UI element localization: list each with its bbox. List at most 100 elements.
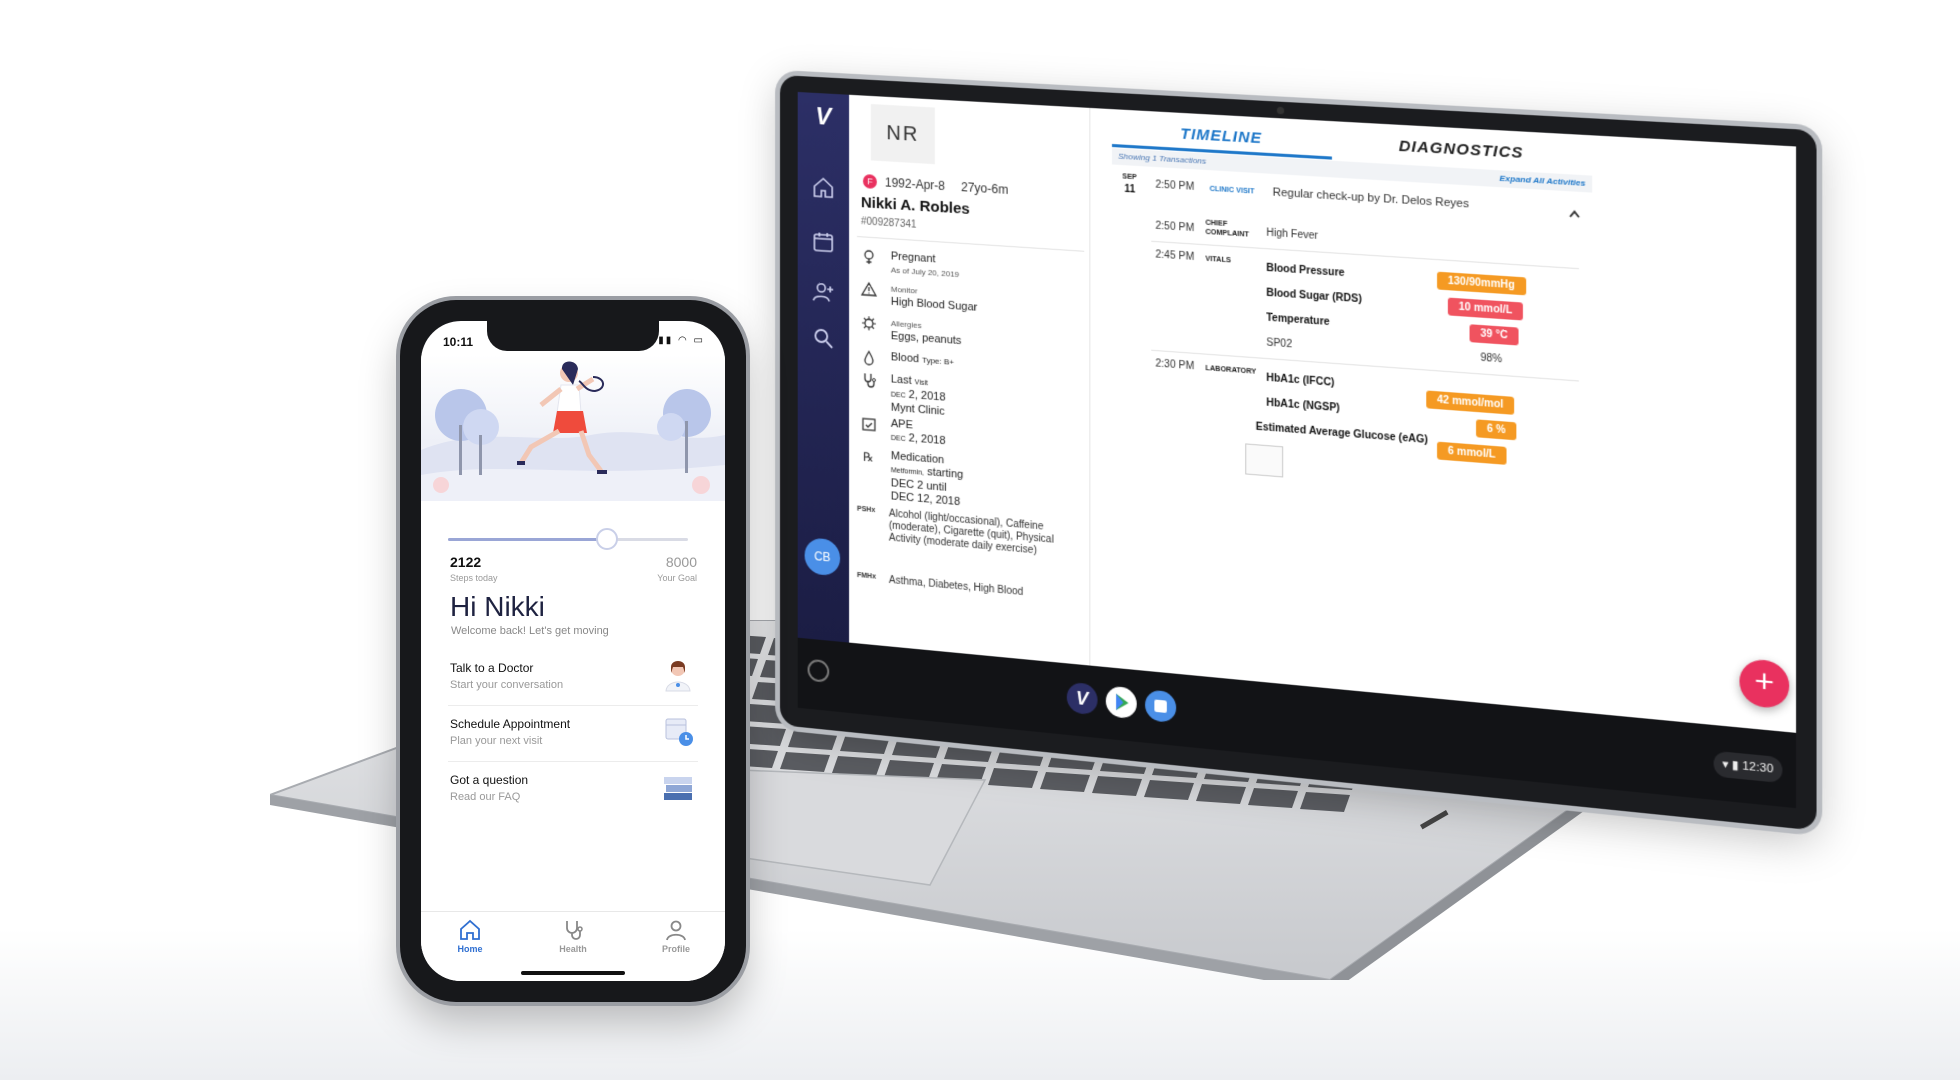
timeline-panel: TIMELINE DIAGNOSTICS Showing 1 Transacti… — [1089, 108, 1796, 733]
last-visit-small: Visit — [914, 379, 928, 388]
keyboard-key — [1300, 792, 1350, 812]
stethoscope-icon — [566, 921, 583, 940]
allergies-row: Allergies Eggs, peanuts — [857, 314, 1084, 347]
patient-name: Nikki A. Robles — [860, 194, 970, 218]
ape-row: APE DEC 2, 2018 — [857, 415, 1084, 447]
vital-name-blood-sugar: Blood Sugar (RDS) — [1266, 287, 1362, 306]
keyboard-key — [1092, 776, 1142, 796]
ape-date: 2, 2018 — [908, 432, 946, 448]
event-type: CLINIC VISIT — [1209, 185, 1255, 196]
home-indicator — [521, 971, 625, 975]
faq-item[interactable]: Got a question Read our FAQ — [448, 763, 698, 817]
pshx-label: PSHx — [857, 505, 876, 515]
lab-name-hba1c-ifcc: HbA1c (IFCC) — [1266, 372, 1335, 389]
pregnancy-row: Pregnant As of July 20, 2019 — [857, 248, 1084, 279]
nav-home[interactable]: Home — [435, 918, 505, 954]
app-logo[interactable]: V — [808, 103, 840, 133]
steps-progress-bar — [448, 528, 688, 550]
smartphone: 10:11 ▮▮ ◠ ▭ 2122 Steps today 8000 Your … — [400, 300, 746, 1002]
blood-label: Blood — [890, 351, 919, 366]
pregnant-date: As of July 20, 2019 — [890, 265, 960, 280]
doctor-icon — [665, 661, 691, 692]
last-visit-label: Last — [890, 373, 912, 388]
vitals-time: 2:45 PM — [1155, 249, 1195, 264]
calendar-icon[interactable] — [811, 229, 835, 255]
rx-icon: ℞ — [863, 450, 874, 465]
lab-label: LABORATORY — [1205, 364, 1257, 376]
menu-item-title: Schedule Appointment — [450, 717, 571, 731]
webcam — [1276, 106, 1285, 115]
add-user-icon[interactable] — [811, 279, 835, 305]
fmhx-text: Asthma, Diabetes, High Blood — [888, 574, 1024, 599]
phone-screen: 10:11 ▮▮ ◠ ▭ 2122 Steps today 8000 Your … — [421, 321, 725, 981]
medication-drug: Metformin, — [890, 467, 924, 477]
keyboard-key — [1248, 788, 1298, 808]
nav-profile[interactable]: Profile — [641, 918, 711, 954]
play-store-icon[interactable] — [1105, 685, 1137, 720]
lab-value-hba1c-ifcc: 42 mmol/mol — [1426, 390, 1515, 415]
event-day: 11 — [1124, 183, 1136, 196]
schedule-appointment-item[interactable]: Schedule Appointment Plan your next visi… — [448, 707, 698, 761]
lab-name-eag: Estimated Average Glucose (eAG) — [1255, 421, 1428, 447]
app-shortcut-icon[interactable]: V — [1066, 681, 1098, 716]
blood-drop-icon — [861, 349, 877, 366]
vital-value-temperature: 39 °C — [1469, 324, 1519, 346]
launcher-icon[interactable] — [807, 658, 830, 683]
menu-item-subtitle: Read our FAQ — [450, 791, 521, 803]
tray-clock: 12:30 — [1742, 759, 1774, 776]
pshx-text: Alcohol (light/occasional), Caffeine (mo… — [888, 508, 1054, 557]
phone-notch — [487, 321, 659, 351]
chevron-up-icon[interactable] — [1568, 208, 1581, 219]
system-tray[interactable]: ▾ ▮ 12:30 — [1713, 750, 1783, 784]
user-icon — [666, 920, 686, 941]
search-icon[interactable] — [811, 325, 835, 351]
blood-type: Type: B+ — [922, 355, 955, 367]
ape-month: DEC — [890, 434, 906, 444]
steps-label: Steps today — [450, 573, 498, 583]
running-woman-illustration — [421, 355, 725, 501]
nav-profile-label: Profile — [661, 944, 690, 954]
home-icon — [460, 919, 480, 940]
nav-home-label: Home — [457, 944, 483, 954]
vital-name-temperature: Temperature — [1266, 312, 1330, 329]
keyboard-key — [1196, 784, 1246, 804]
wifi-battery-icon: ▾ ▮ — [1722, 757, 1743, 773]
blood-row: Blood Type: B+ — [857, 349, 1084, 367]
files-app-icon[interactable] — [1145, 689, 1177, 724]
steps-count: 2122 — [450, 554, 482, 570]
keyboard-key — [1144, 780, 1194, 800]
female-icon — [861, 248, 877, 265]
menu-item-subtitle: Start your conversation — [450, 679, 564, 691]
chief-complaint-label-1: CHIEF — [1205, 219, 1228, 229]
status-time: 10:11 — [443, 335, 474, 349]
goal-count: 8000 — [665, 554, 697, 570]
lab-value-eag: 6 mmol/L — [1437, 441, 1507, 465]
menu-item-title: Got a question — [450, 773, 529, 787]
last-visit-place: Mynt Clinic — [890, 401, 945, 418]
sidebar-nav: V CB — [797, 91, 850, 643]
patient-dob: 1992-Apr-8 — [884, 175, 946, 194]
vital-name-bp: Blood Pressure — [1266, 262, 1345, 280]
expand-all-link[interactable]: Expand All Activities — [1499, 173, 1585, 188]
svg-text:℞: ℞ — [863, 450, 874, 465]
goal-label: Your Goal — [657, 573, 697, 583]
vital-value-bp: 130/90mmHg — [1437, 271, 1526, 296]
lab-result-thumbnail[interactable] — [1245, 443, 1284, 478]
transactions-count: Showing 1 Transactions — [1118, 151, 1207, 166]
keyboard-key — [892, 738, 942, 758]
patient-id: #009287341 — [860, 216, 917, 231]
sex-badge: F — [862, 174, 877, 189]
home-icon[interactable] — [811, 175, 835, 201]
talk-to-doctor-item[interactable]: Talk to a Doctor Start your conversation — [448, 651, 698, 705]
lab-name-hba1c-ngsp: HbA1c (NGSP) — [1266, 397, 1340, 415]
nav-health[interactable]: Health — [538, 918, 608, 954]
user-avatar[interactable]: CB — [804, 537, 841, 577]
app-shortcut-label: V — [1075, 687, 1089, 710]
calendar-check-icon — [861, 415, 877, 432]
lab-time: 2:30 PM — [1155, 358, 1195, 373]
event-month: SEP — [1122, 173, 1137, 182]
add-fab-button[interactable]: + — [1739, 657, 1790, 710]
medication-label: Medication — [890, 449, 945, 467]
greeting-title: Hi Nikki — [450, 591, 545, 622]
vital-name-spo2: SP02 — [1266, 337, 1293, 351]
